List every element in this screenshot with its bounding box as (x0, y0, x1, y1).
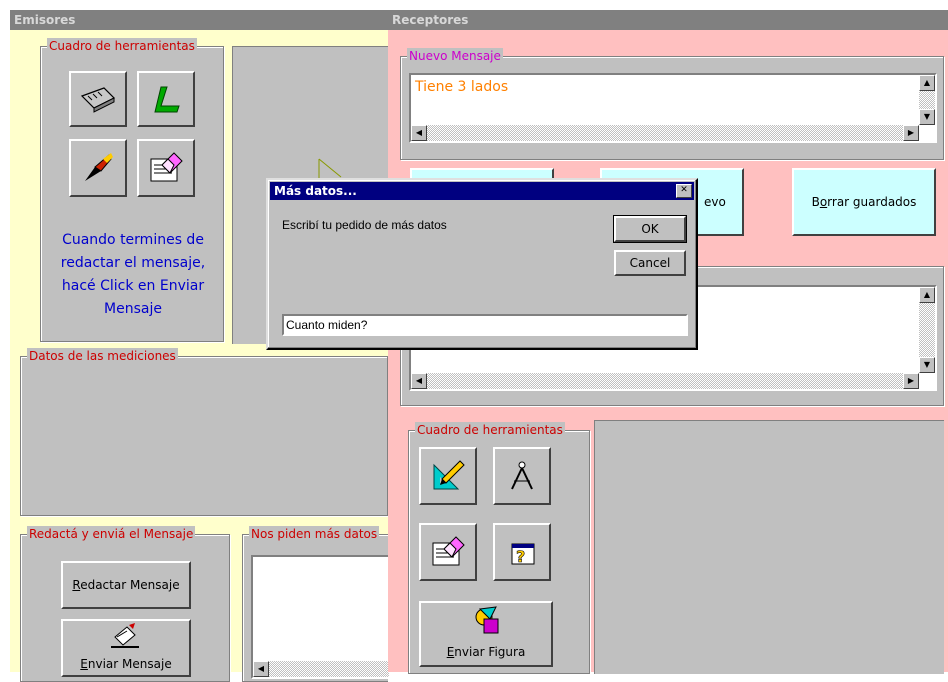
piden-legend: Nos piden más datos (249, 526, 380, 542)
dialog-cancel-button[interactable]: Cancel (614, 250, 686, 276)
emisores-toolbox-legend: Cuadro de herramientas (47, 38, 197, 54)
receptores-drawing-canvas[interactable] (594, 420, 944, 674)
dialog-ok-button[interactable]: OK (613, 215, 687, 243)
set-square-pencil-button[interactable] (419, 447, 477, 505)
help-icon: ? (511, 543, 535, 566)
scroll-left-icon[interactable]: ◀ (411, 373, 427, 389)
scroll-left-icon[interactable]: ◀ (253, 661, 269, 677)
scroll-down-icon[interactable]: ▼ (919, 109, 935, 125)
scroll-up-icon[interactable]: ▲ (919, 75, 935, 91)
enviar-figura-label: nviar Figura (454, 645, 526, 659)
mediciones-group: Datos de las mediciones (20, 348, 388, 516)
receptores-toolbox: Cuadro de herramientas ? Enviar Figura (408, 422, 590, 674)
mensajes-vscroll[interactable]: ▲ ▼ (919, 287, 935, 373)
mensajes-hscroll[interactable]: ◀ ▶ (411, 373, 919, 389)
nuevo-mensaje-vscroll[interactable]: ▲ ▼ (919, 75, 935, 125)
help-tool-button[interactable]: ? (493, 523, 551, 581)
piden-group: Nos piden más datos ◀ (242, 526, 389, 682)
dialog-input[interactable]: Cuanto miden? (282, 314, 688, 336)
redactar-label: edactar Mensaje (80, 578, 180, 592)
nuevo-mensaje-text: Tiene 3 lados (415, 79, 509, 95)
ruler-icon (80, 87, 116, 113)
angle-tool-button[interactable] (137, 71, 195, 127)
compass-button[interactable] (493, 447, 551, 505)
set-square-pencil-icon (433, 460, 465, 490)
piden-textbox[interactable]: ◀ (251, 555, 389, 679)
mail-send-icon (111, 623, 139, 648)
svg-text:?: ? (516, 547, 525, 566)
pen-tool-button[interactable] (69, 139, 127, 197)
enviar-mensaje-button[interactable]: Enviar Mensaje (61, 619, 191, 677)
instructions-text: Cuando termines de redactar el mensaje, … (60, 232, 206, 317)
pen-icon (85, 153, 113, 181)
eraser-tool-button[interactable] (419, 523, 477, 581)
nuevo-mensaje-group: Nuevo Mensaje Tiene 3 lados ▲ ▼ ◀ ▶ (400, 48, 944, 160)
enviar-accel: E (80, 657, 88, 671)
nuevo-mensaje-textbox[interactable]: Tiene 3 lados ▲ ▼ ◀ ▶ (409, 73, 937, 143)
redactar-mensaje-button[interactable]: Redactar Mensaje (61, 561, 191, 609)
compass-icon (511, 461, 533, 490)
mas-datos-dialog: Más datos... ✕ Escribí tu pedido de más … (266, 178, 698, 350)
nuevo-mensaje-hscroll[interactable]: ◀ ▶ (411, 125, 919, 141)
dialog-title: Más datos... (274, 184, 357, 198)
receptores-title: Receptores (388, 10, 948, 30)
eraser-icon (150, 152, 183, 182)
scroll-up-icon[interactable]: ▲ (919, 287, 935, 303)
eraser-tool-button[interactable] (137, 139, 195, 197)
borrar-label-pre: B (811, 195, 820, 209)
emisores-title: Emisores (10, 10, 388, 30)
scroll-left-icon[interactable]: ◀ (411, 125, 427, 141)
enviar-figura-button[interactable]: Enviar Figura (419, 601, 553, 667)
mediciones-legend: Datos de las mediciones (27, 348, 178, 364)
dialog-input-value: Cuanto miden? (286, 318, 368, 332)
scroll-right-icon[interactable]: ▶ (903, 373, 919, 389)
cyan-button-2-label: evo (704, 195, 726, 209)
scroll-down-icon[interactable]: ▼ (919, 357, 935, 373)
receptores-toolbox-legend: Cuadro de herramientas (415, 422, 565, 438)
angle-icon (154, 86, 180, 113)
close-icon[interactable]: ✕ (676, 184, 692, 198)
emisores-toolbox: Cuadro de herramientas Cuando termines d… (40, 38, 224, 342)
dialog-titlebar[interactable]: Más datos... ✕ (270, 182, 694, 200)
ruler-tool-button[interactable] (69, 71, 127, 127)
nuevo-mensaje-legend: Nuevo Mensaje (407, 48, 503, 64)
piden-hscroll[interactable]: ◀ (253, 661, 389, 677)
borrar-guardados-button[interactable]: Borrar guardados (792, 168, 936, 236)
redacta-group: Redactá y enviá el Mensaje Redactar Mens… (20, 526, 230, 682)
shapes-icon (475, 606, 499, 634)
eraser-icon (432, 536, 465, 566)
dialog-prompt: Escribí tu pedido de más datos (282, 218, 447, 232)
redacta-legend: Redactá y enviá el Mensaje (27, 526, 196, 542)
scroll-right-icon[interactable]: ▶ (903, 125, 919, 141)
enviar-mensaje-label: nviar Mensaje (87, 657, 172, 671)
borrar-label: rrar guardados (827, 195, 917, 209)
